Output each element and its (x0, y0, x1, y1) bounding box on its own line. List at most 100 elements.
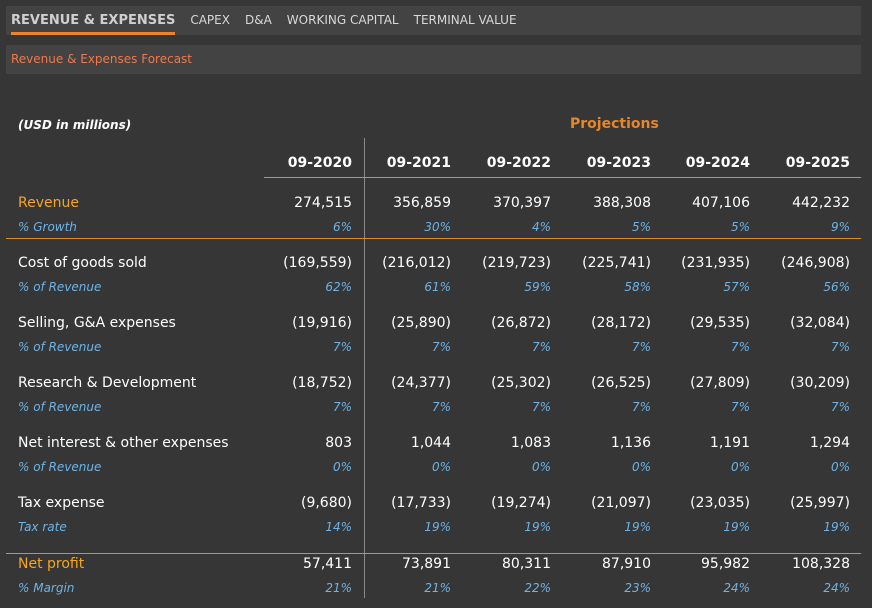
tab-capex[interactable]: CAPEX (190, 13, 230, 35)
row-label: Cost of goods sold (18, 255, 147, 271)
ratio-cell: 14% (325, 520, 352, 534)
projections-label: Projections (570, 116, 659, 132)
value-cell: (23,035) (690, 495, 750, 511)
ratio-cell: 7% (431, 340, 451, 354)
value-cell: 370,397 (493, 195, 551, 211)
value-cell: (25,302) (491, 375, 551, 391)
column-header-row: 09-2020 09-2021 09-2022 09-2023 09-2024 … (0, 155, 872, 173)
table-row-tax: Tax expense (9,680) (17,733) (19,274) (21,09… (0, 495, 872, 513)
value-cell: (216,012) (382, 255, 451, 271)
ratio-cell: 7% (531, 400, 551, 414)
ratio-cell: 7% (631, 400, 651, 414)
ratio-cell: 22% (524, 581, 551, 595)
ratio-cell: 7% (332, 340, 352, 354)
value-cell: 87,910 (602, 556, 651, 572)
row-label: Revenue (18, 195, 79, 211)
table-row-net-profit: Net profit 57,411 73,891 80,311 87,910 95,982… (0, 556, 872, 574)
ratio-cell: 0% (332, 460, 352, 474)
column-header: 09-2023 (586, 155, 651, 171)
value-cell: (21,097) (591, 495, 651, 511)
row-label: Tax expense (18, 495, 105, 511)
table-row-cogs-ratio: % of Revenue 62% 61% 59% 58% 57% 56% (0, 280, 872, 298)
value-cell: 388,308 (593, 195, 651, 211)
ratio-cell: 62% (325, 280, 352, 294)
value-cell: (219,723) (482, 255, 551, 271)
ratio-cell: 0% (730, 460, 750, 474)
value-cell: (24,377) (391, 375, 451, 391)
ratio-label: Tax rate (18, 520, 67, 534)
table-row-cogs: Cost of goods sold (169,559) (216,012) (219… (0, 255, 872, 273)
value-cell: 80,311 (502, 556, 551, 572)
table-row-rnd-ratio: % of Revenue 7% 7% 7% 7% 7% 7% (0, 400, 872, 418)
ratio-cell: 61% (424, 280, 451, 294)
ratio-cell: 21% (424, 581, 451, 595)
ratio-cell: 0% (631, 460, 651, 474)
ratio-cell: 59% (524, 280, 551, 294)
revenue-underline (6, 238, 861, 239)
value-cell: (19,916) (292, 315, 352, 331)
value-cell: (28,172) (591, 315, 651, 331)
value-cell: (32,084) (790, 315, 850, 331)
tab-terminal-value[interactable]: TERMINAL VALUE (414, 13, 517, 35)
value-cell: (246,908) (781, 255, 850, 271)
value-cell: (29,535) (690, 315, 750, 331)
value-cell: 1,044 (410, 435, 451, 451)
value-cell: 95,982 (701, 556, 750, 572)
ratio-cell: 7% (730, 400, 750, 414)
section-title: Revenue & Expenses Forecast (11, 52, 193, 66)
tab-revenue-expenses[interactable]: REVENUE & EXPENSES (11, 13, 176, 35)
value-cell: 356,859 (393, 195, 451, 211)
units-label: (USD in millions) (18, 118, 132, 132)
value-cell: (30,209) (790, 375, 850, 391)
ratio-cell: 19% (624, 520, 651, 534)
value-cell: (169,559) (283, 255, 352, 271)
ratio-label: % of Revenue (18, 280, 102, 294)
value-cell: (25,997) (790, 495, 850, 511)
ratio-cell: 21% (325, 581, 352, 595)
ratio-cell: 19% (723, 520, 750, 534)
value-cell: (9,680) (300, 495, 352, 511)
column-header: 09-2025 (785, 155, 850, 171)
value-cell: 108,328 (792, 556, 850, 572)
net-profit-overline (6, 553, 861, 554)
table-row-sga: Selling, G&A expenses (19,916) (25,890) (26… (0, 315, 872, 333)
column-header: 09-2022 (486, 155, 551, 171)
ratio-cell: 0% (431, 460, 451, 474)
value-cell: (25,890) (391, 315, 451, 331)
value-cell: 1,083 (510, 435, 551, 451)
table-row-net-profit-ratio: % Margin 21% 21% 22% 23% 24% 24% (0, 581, 872, 599)
row-label: Research & Development (18, 375, 197, 391)
ratio-cell: 24% (723, 581, 750, 595)
ratio-label: % of Revenue (18, 400, 102, 414)
ratio-cell: 23% (624, 581, 651, 595)
ratio-cell: 30% (424, 220, 451, 234)
column-header: 09-2020 (287, 155, 352, 171)
table-row-net-interest-ratio: % of Revenue 0% 0% 0% 0% 0% 0% (0, 460, 872, 478)
section-header: Revenue & Expenses Forecast (6, 45, 861, 74)
ratio-cell: 7% (830, 400, 850, 414)
ratio-cell: 19% (823, 520, 850, 534)
ratio-cell: 24% (823, 581, 850, 595)
ratio-cell: 7% (531, 340, 551, 354)
column-header: 09-2024 (685, 155, 750, 171)
value-cell: (231,935) (681, 255, 750, 271)
ratio-label: % of Revenue (18, 460, 102, 474)
column-header: 09-2021 (386, 155, 451, 171)
ratio-cell: 57% (723, 280, 750, 294)
table-row-sga-ratio: % of Revenue 7% 7% 7% 7% 7% 7% (0, 340, 872, 358)
ratio-cell: 7% (332, 400, 352, 414)
ratio-cell: 58% (624, 280, 651, 294)
ratio-label: % Margin (18, 581, 75, 595)
row-label: Net interest & other expenses (18, 435, 229, 451)
value-cell: (26,525) (591, 375, 651, 391)
ratio-cell: 7% (830, 340, 850, 354)
tab-working-capital[interactable]: WORKING CAPITAL (287, 13, 399, 35)
ratio-cell: 0% (531, 460, 551, 474)
value-cell: (225,741) (582, 255, 651, 271)
ratio-cell: 9% (830, 220, 850, 234)
tab-bar: REVENUE & EXPENSES CAPEX D&A WORKING CAP… (6, 6, 861, 35)
value-cell: 274,515 (294, 195, 352, 211)
ratio-cell: 7% (631, 340, 651, 354)
ratio-cell: 19% (524, 520, 551, 534)
tab-d-and-a[interactable]: D&A (245, 13, 272, 35)
